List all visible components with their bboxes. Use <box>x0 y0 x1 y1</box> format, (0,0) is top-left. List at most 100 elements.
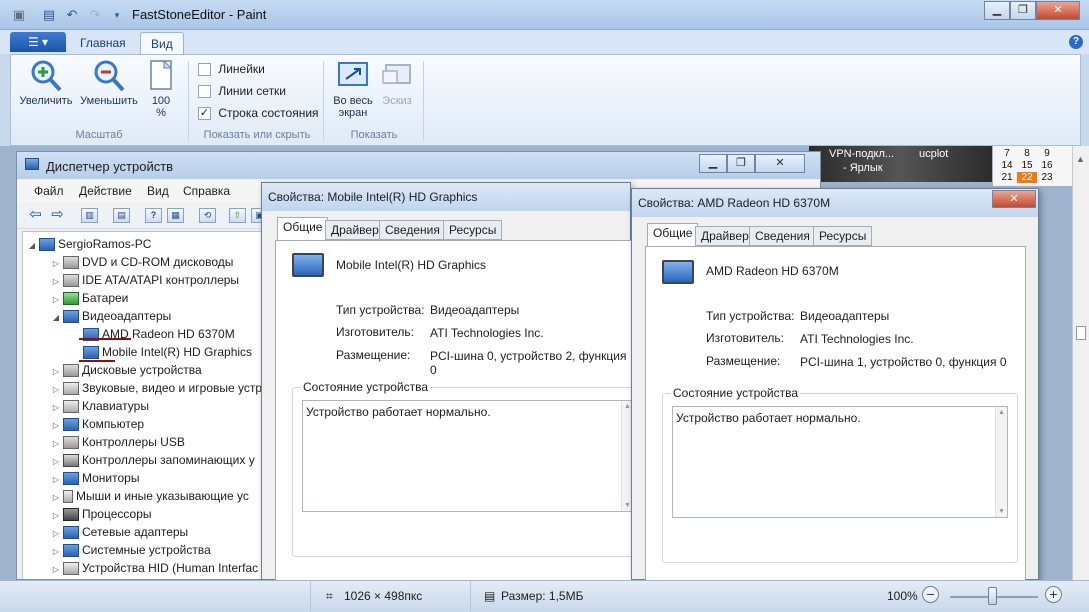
tab-details[interactable]: Сведения <box>379 220 446 240</box>
properties-icon[interactable]: ▥ <box>81 208 98 223</box>
calendar-day[interactable]: 14 <box>997 160 1017 171</box>
paint-vertical-scrollbar[interactable]: ▲ <box>1072 146 1089 580</box>
status-scrollbar[interactable]: ▲ ▼ <box>995 407 1007 517</box>
file-menu-button[interactable]: ☰ ▾ <box>10 32 66 52</box>
zoom-in-label: Увеличить <box>19 95 73 107</box>
scroll-down-icon[interactable]: ▼ <box>624 502 631 509</box>
fullscreen-label-1: Во весь <box>333 95 373 107</box>
rulers-checkbox[interactable] <box>198 63 211 77</box>
tree-node[interactable]: ▷ Клавиатуры <box>51 397 149 415</box>
menu-view[interactable]: Вид <box>147 184 169 198</box>
scan-hardware-icon[interactable]: ⟲ <box>199 208 216 223</box>
zoom-out-small-button[interactable]: − <box>922 586 939 603</box>
tree-node[interactable]: ▷ Батареи <box>51 289 128 307</box>
amd-close-button[interactable]: ✕ <box>992 190 1036 208</box>
view-icon[interactable]: ▦ <box>167 208 184 223</box>
devmgr-close-button[interactable]: ✕ <box>755 154 805 173</box>
calendar-today[interactable]: 22 <box>1017 172 1037 183</box>
tree-node[interactable]: ▷ Устройства HID (Human Interfac <box>51 559 258 577</box>
gridlines-checkbox-row[interactable]: Линии сетки <box>198 84 286 99</box>
calendar-day[interactable]: 23 <box>1037 172 1057 183</box>
close-button[interactable]: ✕ <box>1036 1 1080 20</box>
calendar-day[interactable]: 21 <box>997 172 1017 183</box>
tab-view[interactable]: Вид <box>140 32 184 54</box>
ucplot-shortcut-label[interactable]: ucplot <box>919 148 948 160</box>
menu-action[interactable]: Действие <box>79 184 132 198</box>
tab-details[interactable]: Сведения <box>749 226 816 246</box>
devmgr-maximize-button[interactable]: ❐ <box>727 154 755 173</box>
tree-node[interactable]: ▷ Контроллеры запоминающих у <box>51 451 255 469</box>
statusbar-checkbox-row[interactable]: ✓ Строка состояния <box>198 106 319 121</box>
menu-help[interactable]: Справка <box>183 184 230 198</box>
devmgr-minimize-button[interactable]: ▁ <box>699 154 727 173</box>
scroll-up-icon[interactable]: ▲ <box>998 409 1005 416</box>
tab-general[interactable]: Общие <box>647 223 699 247</box>
zoom-in-small-button[interactable]: + <box>1045 586 1062 603</box>
forward-icon[interactable]: ⇨ <box>49 207 66 223</box>
tree-node[interactable]: ▷ Контроллеры USB <box>51 433 185 451</box>
customize-qat-icon[interactable]: ▾ <box>108 6 126 24</box>
vpn-shortcut-label-2[interactable]: - Ярлык <box>843 162 883 174</box>
tab-driver[interactable]: Драйвер <box>695 226 755 246</box>
tab-resources[interactable]: Ресурсы <box>443 220 503 240</box>
tree-node-video-adapters[interactable]: ◢ Видеоадаптеры <box>51 307 171 325</box>
list-icon[interactable]: ▤ <box>113 208 130 223</box>
scroll-down-icon[interactable]: ▼ <box>998 508 1005 515</box>
minimize-button[interactable]: ▁ <box>984 1 1010 20</box>
tree-node[interactable]: ▷ Компьютер <box>51 415 144 433</box>
thumbnail-button[interactable]: Эскиз <box>377 59 417 107</box>
tree-node-label: Системные устройства <box>82 543 211 557</box>
tree-node-amd-radeon[interactable]: AMD Radeon HD 6370M <box>71 325 235 343</box>
tab-driver[interactable]: Драйвер <box>325 220 385 240</box>
zoom-100-button[interactable]: 100 % <box>145 59 177 119</box>
expander-icon[interactable]: ◢ <box>51 309 61 327</box>
device-status-textbox[interactable]: Устройство работает нормально. ▲ ▼ <box>302 400 634 512</box>
tab-general[interactable]: Общие <box>277 217 329 241</box>
tree-node[interactable]: ▷ Звуковые, видео и игровые устр <box>51 379 262 397</box>
tree-node[interactable]: ▷ Сетевые адаптеры <box>51 523 188 541</box>
tree-node[interactable]: ▷ Мониторы <box>51 469 139 487</box>
tree-node[interactable]: ▷ DVD и CD-ROM дисководы <box>51 253 233 271</box>
zoom-in-button[interactable]: Увеличить <box>15 59 77 107</box>
calendar-day[interactable]: 8 <box>1017 148 1037 159</box>
maximize-button[interactable]: ❐ <box>1010 1 1036 20</box>
scroll-up-icon[interactable]: ▲ <box>1076 154 1085 164</box>
undo-icon[interactable]: ↶ <box>63 6 81 24</box>
calendar-day[interactable]: 9 <box>1037 148 1057 159</box>
gridlines-checkbox[interactable] <box>198 85 211 99</box>
tree-node-intel-hd[interactable]: Mobile Intel(R) HD Graphics <box>71 343 252 361</box>
calendar-day[interactable]: 15 <box>1017 160 1037 171</box>
rulers-checkbox-row[interactable]: Линейки <box>198 62 265 77</box>
help-icon[interactable]: ? <box>1069 35 1083 49</box>
tree-node[interactable]: ▷ Системные устройства <box>51 541 211 559</box>
tree-node[interactable]: ▷ Мыши и иные указывающие ус <box>51 487 249 505</box>
statusbar-checkbox[interactable]: ✓ <box>198 107 211 121</box>
calendar-day[interactable]: 7 <box>997 148 1017 159</box>
device-tree[interactable]: ◢ SergioRamos-PC ▷ DVD и CD-ROM дисководы … <box>22 231 262 579</box>
tree-node[interactable]: ▷ IDE ATA/ATAPI контроллеры <box>51 271 239 289</box>
scroll-thumb[interactable] <box>1076 326 1086 340</box>
scroll-up-icon[interactable]: ▲ <box>624 403 631 410</box>
help-icon[interactable]: ? <box>145 208 162 223</box>
redo-icon[interactable]: ↷ <box>86 6 104 24</box>
zoom-out-button[interactable]: Уменьшить <box>77 59 141 107</box>
device-status-textbox[interactable]: Устройство работает нормально. ▲ ▼ <box>672 406 1008 518</box>
expander-icon[interactable]: ◢ <box>27 237 37 255</box>
vpn-shortcut-label-1[interactable]: VPN-подкл... <box>829 148 894 160</box>
menu-file[interactable]: Файл <box>34 184 64 198</box>
expander-icon[interactable]: ▷ <box>51 561 61 579</box>
tree-node[interactable]: ▷ Дисковые устройства <box>51 361 202 379</box>
zoom-slider-thumb[interactable] <box>988 587 997 605</box>
update-driver-icon[interactable]: ⇧ <box>229 208 246 223</box>
battery-icon <box>63 292 79 306</box>
calendar-day[interactable]: 16 <box>1037 160 1057 171</box>
tree-node[interactable]: ▷ Процессоры <box>51 505 152 523</box>
tree-node-label: Контроллеры USB <box>82 435 185 449</box>
tab-home[interactable]: Главная <box>70 32 136 54</box>
tree-node-computer[interactable]: ◢ SergioRamos-PC <box>27 235 151 253</box>
back-icon[interactable]: ⇦ <box>27 207 44 223</box>
fullscreen-button[interactable]: Во весь экран <box>329 59 377 119</box>
rulers-label: Линейки <box>218 62 265 76</box>
save-icon[interactable]: ▤ <box>40 6 58 24</box>
tab-resources[interactable]: Ресурсы <box>813 226 873 246</box>
